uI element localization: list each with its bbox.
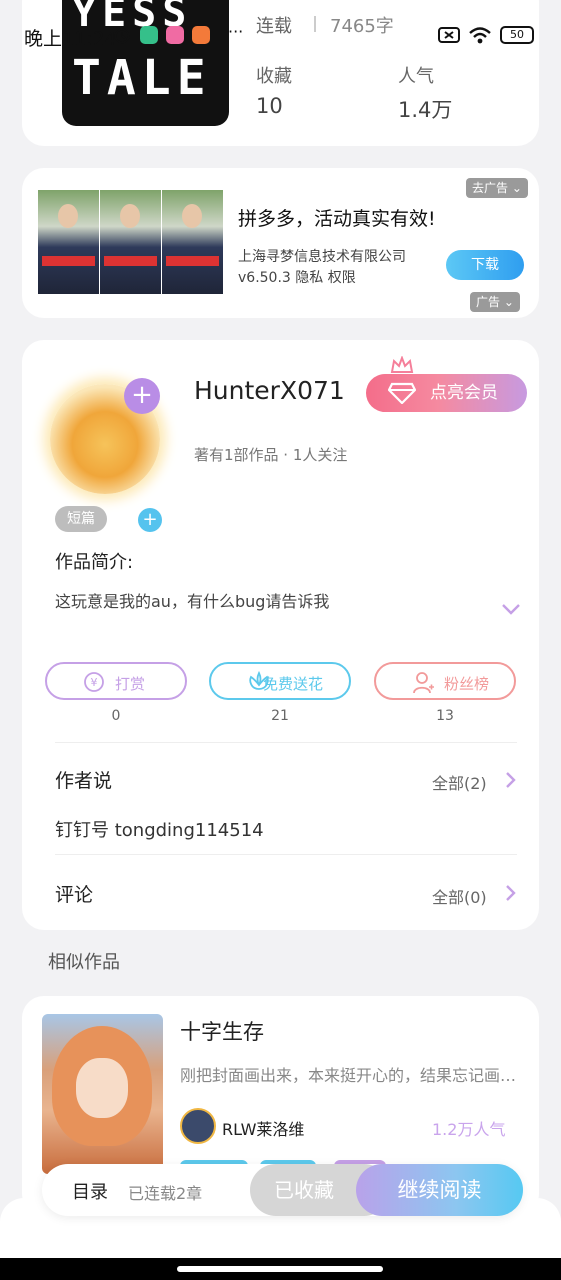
add-tag-button[interactable]: + xyxy=(138,508,162,532)
chevron-right-icon[interactable] xyxy=(504,770,516,790)
author-name[interactable]: HunterX071 xyxy=(194,376,345,405)
ad-company: 上海寻梦信息技术有限公司 xyxy=(238,249,406,265)
ad-title: 拼多多，活动真实有效! xyxy=(238,208,436,230)
status-bar: 晚上11:24 ··· 50 xyxy=(0,22,561,50)
ad-image[interactable] xyxy=(162,190,223,294)
vip-button[interactable]: 点亮会员 xyxy=(366,374,527,412)
similar-work-desc: 刚把封面画出来，本来挺开心的，结果忘记画阴影了… xyxy=(180,1066,520,1085)
author-meta: 著有1部作品 · 1人关注 xyxy=(194,446,348,464)
tip-button[interactable]: ¥ 打赏 xyxy=(45,662,187,700)
remove-ad-label: 去广告 xyxy=(472,181,509,195)
ad-card[interactable]: 拼多多，活动真实有效! 上海寻梦信息技术有限公司 v6.50.3 隐私 权限 下… xyxy=(22,168,539,318)
user-icon xyxy=(413,672,434,694)
similar-author-avatar xyxy=(180,1108,216,1144)
chapter-count: 已连载2章 xyxy=(128,1184,203,1203)
comments-title: 评论 xyxy=(55,884,94,906)
shop-notification-icon xyxy=(192,26,210,44)
sim-off-icon xyxy=(438,27,460,43)
author-says-title: 作者说 xyxy=(55,770,113,792)
diamond-icon xyxy=(388,382,416,404)
comments-more[interactable]: 全部(0) xyxy=(432,884,487,908)
send-flower-button[interactable]: 免费送花 xyxy=(209,662,351,700)
wifi-icon xyxy=(469,27,491,44)
ad-badge-label: 广告 xyxy=(476,295,501,309)
status-time: 晚上11:24 xyxy=(24,28,117,50)
similar-work-title[interactable]: 十字生存 xyxy=(180,1016,264,1046)
ad-image[interactable] xyxy=(38,190,99,294)
app-notification-icon xyxy=(140,26,158,44)
game-notification-icon xyxy=(166,26,184,44)
ad-meta[interactable]: v6.50.3 隐私 权限 xyxy=(238,267,356,287)
popularity-label: 人气 xyxy=(398,66,434,87)
fan-count: 13 xyxy=(436,708,454,724)
chevron-right-icon[interactable] xyxy=(504,883,516,903)
ad-badge: 广告 ⌄ xyxy=(470,292,520,312)
more-notifications-icon: ··· xyxy=(228,22,244,41)
author-says-text: 钉钉号 tongding114514 xyxy=(55,820,264,841)
svg-text:¥: ¥ xyxy=(91,676,98,689)
flower-count: 21 xyxy=(271,708,289,724)
crown-icon xyxy=(390,356,414,373)
work-cover-image[interactable]: YESS TALE xyxy=(62,0,229,126)
author-card: + HunterX071 著有1部作品 · 1人关注 点亮会员 短篇 + 作品简… xyxy=(22,340,539,930)
favorites-label: 收藏 xyxy=(256,66,292,87)
divider xyxy=(55,854,517,855)
favorites-value: 10 xyxy=(256,94,283,118)
intro-label: 作品简介: xyxy=(55,552,134,573)
tip-label: 打赏 xyxy=(115,675,146,693)
toc-button[interactable]: 目录 xyxy=(72,1178,108,1204)
remove-ad-button[interactable]: 去广告 ⌄ xyxy=(466,178,528,198)
vip-label: 点亮会员 xyxy=(430,383,498,403)
send-flower-label: 免费送花 xyxy=(263,675,324,693)
chevron-down-icon[interactable] xyxy=(500,602,522,616)
author-says-more[interactable]: 全部(2) xyxy=(432,770,487,794)
similar-author-name: RLW莱洛维 xyxy=(222,1120,305,1139)
ad-image[interactable] xyxy=(100,190,161,294)
battery-icon: 50 xyxy=(500,26,534,44)
similar-section-title: 相似作品 xyxy=(48,952,120,973)
similar-work-cover[interactable] xyxy=(42,1014,163,1174)
continue-reading-button[interactable]: 继续阅读 xyxy=(356,1164,523,1216)
intro-text: 这玩意是我的au，有什么bug请告诉我 xyxy=(55,592,330,611)
alarm-icon xyxy=(114,28,130,44)
follow-plus-button[interactable]: + xyxy=(124,378,160,414)
similar-popularity: 1.2万人气 xyxy=(432,1120,506,1139)
divider xyxy=(55,742,517,743)
home-indicator[interactable] xyxy=(177,1266,383,1272)
ad-download-button[interactable]: 下载 xyxy=(446,250,524,280)
popularity-value: 1.4万 xyxy=(398,98,453,122)
cover-text-bottom: TALE xyxy=(72,50,212,106)
fan-rank-button[interactable]: 粉丝榜 xyxy=(374,662,516,700)
tip-count: 0 xyxy=(111,708,121,724)
genre-tag[interactable]: 短篇 xyxy=(55,506,107,532)
coin-icon: ¥ xyxy=(84,672,104,692)
fan-rank-label: 粉丝榜 xyxy=(444,675,490,693)
